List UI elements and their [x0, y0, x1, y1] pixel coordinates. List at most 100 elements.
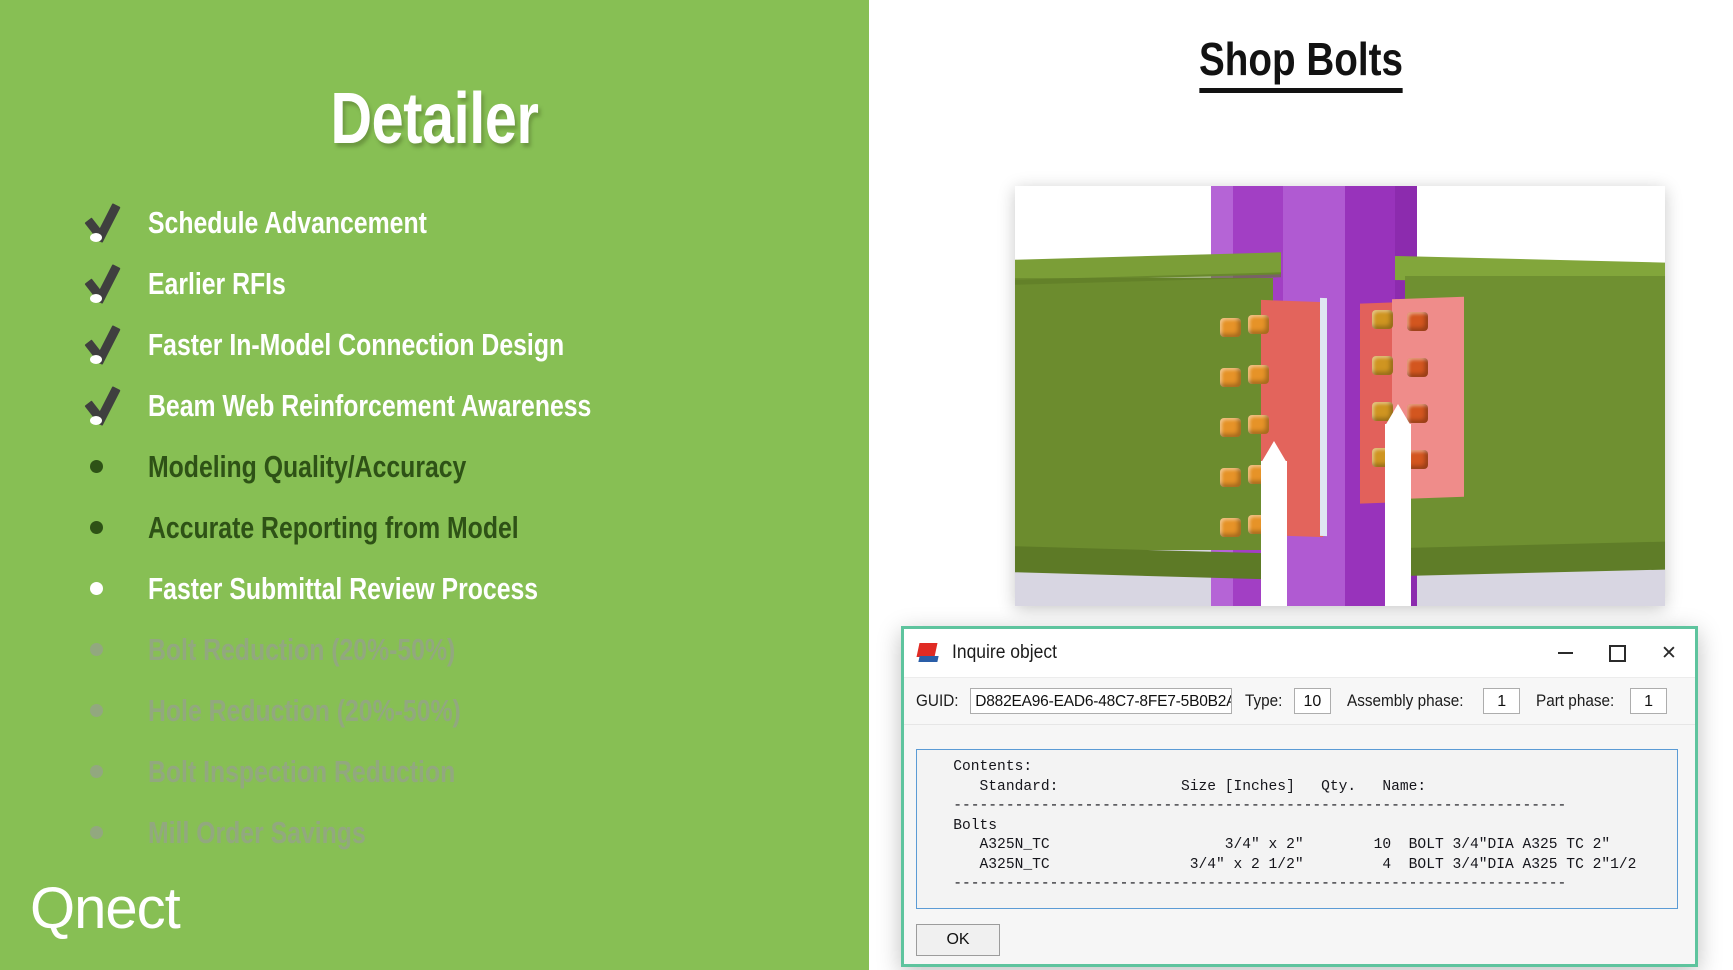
- benefit-row: Modeling Quality/Accuracy: [78, 436, 838, 497]
- benefit-row: Faster Submittal Review Process: [78, 558, 838, 619]
- beam-left: [1015, 252, 1285, 586]
- close-button[interactable]: ✕: [1643, 629, 1695, 677]
- benefit-label: Schedule Advancement: [148, 205, 427, 240]
- guid-input[interactable]: D882EA96-EAD6-48C7-8FE7-5B0B2A5I: [970, 688, 1232, 714]
- benefit-label: Bolt Inspection Reduction: [148, 754, 456, 789]
- benefit-label: Beam Web Reinforcement Awareness: [148, 388, 592, 423]
- inquire-report-area[interactable]: Contents: Standard: Size [Inches] Qty. N…: [916, 749, 1678, 909]
- bolt-right: [1372, 310, 1393, 329]
- dialog-titlebar[interactable]: Inquire object ✕: [904, 629, 1695, 678]
- bullet-dot-icon: [90, 826, 103, 839]
- assembly-phase-label: Assembly phase:: [1346, 691, 1464, 710]
- arrow-shaft: [1268, 461, 1280, 606]
- benefit-label: Accurate Reporting from Model: [148, 510, 519, 545]
- check-icon-notch: [90, 232, 102, 242]
- guid-label: GUID:: [916, 691, 959, 710]
- benefit-row: Bolt Inspection Reduction: [78, 741, 838, 802]
- dialog-title: Inquire object: [952, 642, 1057, 663]
- bullet-dot-icon: [90, 521, 103, 534]
- inquire-object-dialog: Inquire object ✕ GUID: D882EA96-EAD6-48C…: [901, 626, 1698, 967]
- bullet-dot-icon: [90, 704, 103, 717]
- app-icon-red-shape: [916, 643, 938, 657]
- arrow-head-icon: [1261, 441, 1287, 463]
- arrow-head-icon: [1385, 404, 1411, 426]
- bolt-right: [1407, 358, 1428, 377]
- section-heading-text: Shop Bolts: [1199, 33, 1403, 93]
- minimize-button[interactable]: [1539, 629, 1591, 677]
- left-green-panel: Detailer Schedule Advancement Earlier RFI…: [0, 0, 869, 970]
- window-controls: ✕: [1539, 629, 1695, 677]
- check-icon: [82, 325, 122, 365]
- bullet-dot-icon: [78, 704, 148, 717]
- benefit-label: Modeling Quality/Accuracy: [148, 449, 467, 484]
- bolt-left: [1220, 518, 1241, 537]
- part-phase-input[interactable]: 1: [1630, 688, 1667, 714]
- benefit-row: Earlier RFIs: [78, 253, 838, 314]
- benefit-label: Earlier RFIs: [148, 266, 286, 301]
- bolt-left: [1220, 318, 1241, 337]
- bullet-dot-icon: [90, 643, 103, 656]
- slide-canvas: Detailer Schedule Advancement Earlier RFI…: [0, 0, 1733, 970]
- assembly-phase-input[interactable]: 1: [1483, 688, 1521, 714]
- inquire-report-text: Contents: Standard: Size [Inches] Qty. N…: [953, 759, 1637, 892]
- callout-arrow-left: [1261, 441, 1287, 606]
- benefit-list: Schedule Advancement Earlier RFIs Faster I…: [78, 192, 838, 863]
- benefit-row: Bolt Reduction (20%-50%): [78, 619, 838, 680]
- bullet-dot-icon: [78, 582, 148, 595]
- type-label: Type:: [1245, 691, 1283, 710]
- bolt-left: [1220, 468, 1241, 487]
- part-phase-label: Part phase:: [1536, 691, 1615, 710]
- bullet-dot-icon: [90, 460, 103, 473]
- check-icon: [82, 203, 122, 243]
- bullet-dot-icon: [78, 765, 148, 778]
- dialog-footer: OK: [904, 916, 1695, 964]
- beam-left-bottom-flange: [1015, 546, 1281, 580]
- check-icon: [82, 264, 122, 304]
- bolt-right: [1372, 356, 1393, 375]
- tekla-app-icon: [916, 643, 940, 663]
- maximize-button[interactable]: [1591, 629, 1643, 677]
- section-heading: Shop Bolts: [938, 32, 1664, 93]
- bolt-left: [1248, 315, 1269, 334]
- object-properties-bar: GUID: D882EA96-EAD6-48C7-8FE7-5B0B2A5I T…: [904, 678, 1695, 725]
- check-icon-notch: [90, 415, 102, 425]
- bullet-dot-icon: [78, 826, 148, 839]
- bullet-dot-icon: [78, 521, 148, 534]
- benefit-label: Mill Order Savings: [148, 815, 366, 850]
- bolt-left: [1220, 418, 1241, 437]
- check-icon: [78, 264, 148, 304]
- bullet-dot-icon: [90, 582, 103, 595]
- type-input[interactable]: 10: [1293, 688, 1331, 714]
- benefit-label: Hole Reduction (20%-50%): [148, 693, 461, 728]
- benefit-row: Beam Web Reinforcement Awareness: [78, 375, 838, 436]
- benefit-row: Hole Reduction (20%-50%): [78, 680, 838, 741]
- close-icon: ✕: [1661, 642, 1677, 664]
- check-icon-notch: [90, 293, 102, 303]
- benefit-row: Accurate Reporting from Model: [78, 497, 838, 558]
- qnect-logo: Qnect: [30, 876, 181, 941]
- bullet-dot-icon: [78, 643, 148, 656]
- benefit-label: Bolt Reduction (20%-50%): [148, 632, 456, 667]
- bolt-left: [1220, 368, 1241, 387]
- app-icon-blue-shape: [918, 656, 939, 662]
- check-icon: [82, 386, 122, 426]
- ok-button[interactable]: OK: [916, 924, 1000, 956]
- bolt-left: [1248, 415, 1269, 434]
- check-icon: [78, 203, 148, 243]
- shear-tab-left-edge: [1320, 297, 1327, 537]
- benefit-label: Faster In-Model Connection Design: [148, 327, 565, 362]
- bullet-dot-icon: [78, 460, 148, 473]
- benefit-row: Mill Order Savings: [78, 802, 838, 863]
- bolt-right: [1407, 312, 1428, 331]
- benefit-row: Schedule Advancement: [78, 192, 838, 253]
- maximize-icon: [1608, 644, 1626, 662]
- check-icon-notch: [90, 354, 102, 364]
- bolt-left: [1248, 365, 1269, 384]
- arrow-shaft: [1392, 424, 1404, 606]
- steel-connection-render: [1015, 186, 1665, 606]
- check-icon: [78, 325, 148, 365]
- benefit-label: Faster Submittal Review Process: [148, 571, 539, 606]
- beam-right-bottom-flange: [1403, 540, 1665, 576]
- bullet-dot-icon: [90, 765, 103, 778]
- check-icon: [78, 386, 148, 426]
